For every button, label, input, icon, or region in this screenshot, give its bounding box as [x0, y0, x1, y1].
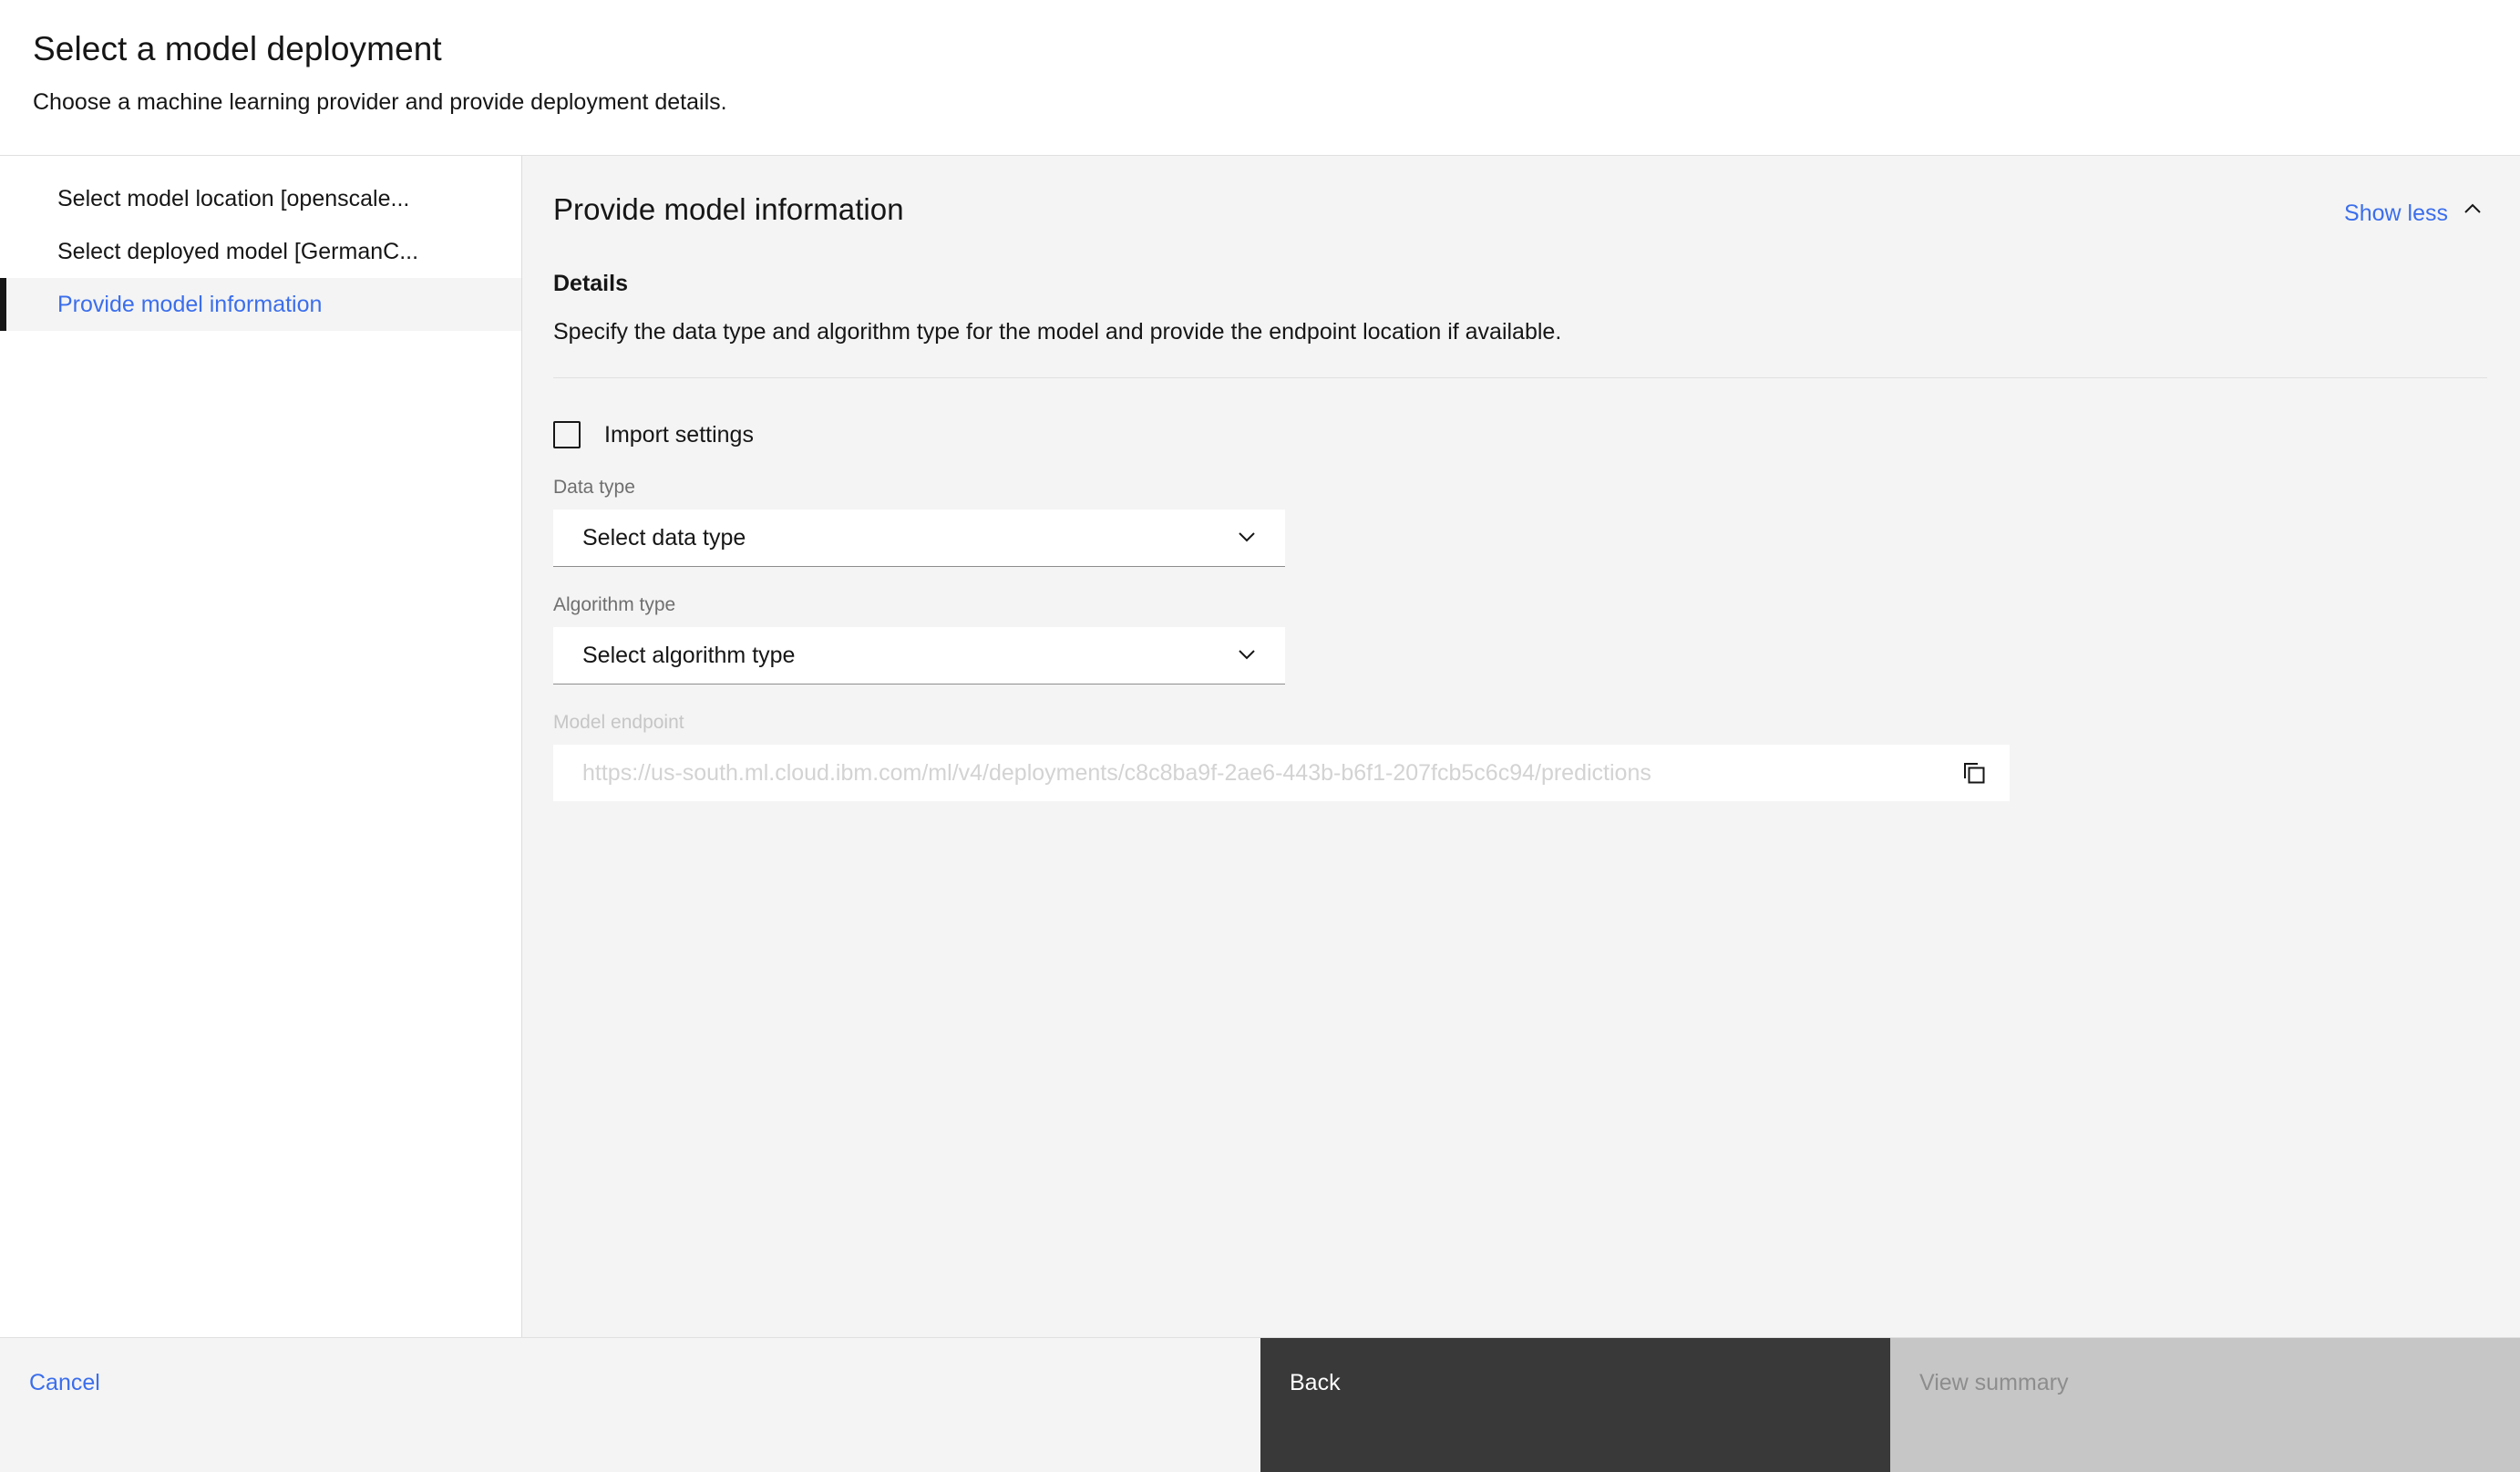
- algorithm-type-value: Select algorithm type: [582, 643, 796, 668]
- model-endpoint-input-wrapper: https://us-south.ml.cloud.ibm.com/ml/v4/…: [553, 745, 2010, 802]
- page-subtitle: Choose a machine learning provider and p…: [33, 89, 727, 115]
- wizard-step-sidebar: Select model location [openscale... Sele…: [0, 156, 522, 1337]
- algorithm-type-label: Algorithm type: [553, 594, 676, 615]
- algorithm-type-field: Algorithm type Select algorithm type: [553, 593, 2487, 685]
- section-divider: [553, 377, 2487, 378]
- import-settings-label: Import settings: [604, 422, 754, 448]
- model-endpoint-label: Model endpoint: [553, 712, 684, 733]
- model-endpoint-placeholder: https://us-south.ml.cloud.ibm.com/ml/v4/…: [582, 760, 1651, 786]
- import-settings-checkbox[interactable]: Import settings: [553, 420, 754, 449]
- sidebar-item-label: Select deployed model [GermanC...: [57, 239, 419, 264]
- data-type-value: Select data type: [582, 525, 746, 551]
- wizard-footer: Cancel Back View summary: [0, 1337, 2520, 1472]
- main-panel-title: Provide model information: [553, 192, 904, 226]
- data-type-field: Data type Select data type: [553, 476, 2487, 567]
- algorithm-type-select[interactable]: Select algorithm type: [553, 627, 1285, 685]
- show-less-toggle[interactable]: Show less: [2344, 190, 2484, 229]
- view-summary-button[interactable]: View summary: [1890, 1338, 2520, 1472]
- sidebar-item-provide-model-information[interactable]: Provide model information: [0, 278, 521, 331]
- page-title: Select a model deployment: [33, 30, 442, 67]
- chevron-up-icon: [2461, 198, 2484, 229]
- back-button[interactable]: Back: [1260, 1338, 1890, 1472]
- details-heading: Details: [553, 271, 628, 296]
- data-type-select[interactable]: Select data type: [553, 510, 1285, 567]
- wizard-body: Select model location [openscale... Sele…: [0, 156, 2520, 1337]
- page-header: Select a model deployment Choose a machi…: [0, 0, 2520, 156]
- sidebar-item-select-model-location[interactable]: Select model location [openscale...: [0, 172, 521, 225]
- chevron-down-icon[interactable]: [1234, 523, 1260, 553]
- data-type-label: Data type: [553, 477, 635, 498]
- main-panel-header: Provide model information Show less: [553, 156, 2487, 229]
- details-description: Specify the data type and algorithm type…: [553, 319, 1562, 345]
- cancel-button[interactable]: Cancel: [0, 1338, 1260, 1472]
- chevron-down-icon[interactable]: [1234, 641, 1260, 671]
- show-less-label: Show less: [2344, 201, 2448, 226]
- model-endpoint-field: Model endpoint https://us-south.ml.cloud…: [553, 711, 2487, 802]
- sidebar-item-label: Provide model information: [57, 292, 323, 317]
- sidebar-item-select-deployed-model[interactable]: Select deployed model [GermanC...: [0, 225, 521, 278]
- main-panel: Provide model information Show less Deta…: [522, 156, 2520, 1337]
- sidebar-item-label: Select model location [openscale...: [57, 186, 410, 211]
- checkbox-icon[interactable]: [553, 421, 581, 448]
- copy-icon[interactable]: [1949, 748, 1999, 798]
- model-deployment-wizard: Select a model deployment Choose a machi…: [0, 0, 2520, 1472]
